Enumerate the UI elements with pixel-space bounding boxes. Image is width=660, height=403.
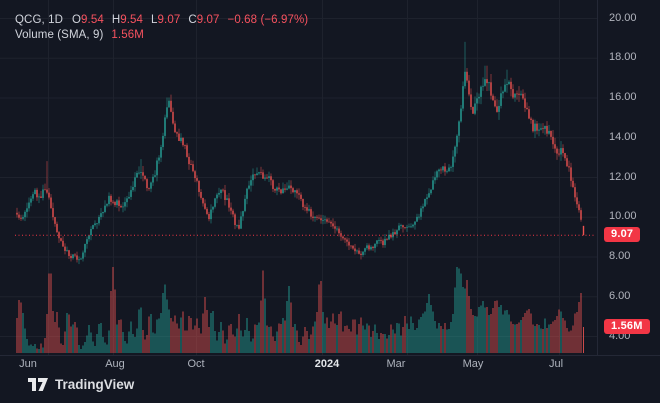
tradingview-chart: QCG, 1D O9.54 H9.54 L9.07 C9.07 −0.68 (−6.97%… (0, 0, 660, 403)
time-tick-label: Jul (549, 358, 563, 370)
legend-change: −0.68 (−6.97%) (228, 14, 309, 26)
legend-open: O9.54 (72, 14, 104, 26)
legend-ohlc-row: QCG, 1D O9.54 H9.54 L9.07 C9.07 −0.68 (−6.97%… (15, 13, 308, 28)
legend-symbol: QCG, 1D (15, 14, 63, 26)
time-tick-label: Mar (387, 358, 406, 370)
price-tick-label: 8.00 (609, 250, 630, 262)
tradingview-logo-text: TradingView (55, 377, 134, 392)
legend-close: C9.07 (188, 14, 219, 26)
time-tick-label: Jun (19, 358, 37, 370)
time-tick-label: Oct (187, 358, 204, 370)
legend-volume-value: 1.56M (111, 29, 143, 41)
legend-volume-label: Volume (SMA, 9) (15, 29, 103, 41)
price-tick-label: 10.00 (609, 210, 637, 222)
price-tick-label: 14.00 (609, 131, 637, 143)
price-tick-label: 12.00 (609, 171, 637, 183)
price-tick-label: 20.00 (609, 12, 637, 24)
tradingview-logo-icon (28, 377, 48, 392)
time-tick-label: May (463, 358, 484, 370)
legend-high: H9.54 (112, 14, 143, 26)
price-tick-label: 18.00 (609, 51, 637, 63)
price-tick-label: 16.00 (609, 91, 637, 103)
price-tick-label: 6.00 (609, 290, 630, 302)
time-tick-label: Aug (105, 358, 125, 370)
price-axis-separator (597, 0, 598, 355)
last-volume-badge: 1.56M (604, 319, 650, 334)
last-price-badge: 9.07 (604, 227, 640, 242)
time-axis-separator (0, 355, 660, 356)
tradingview-logo[interactable]: TradingView (28, 377, 134, 392)
chart-canvas[interactable] (0, 0, 660, 403)
legend-volume-row: Volume (SMA, 9) 1.56M (15, 28, 308, 43)
time-tick-label: 2024 (315, 358, 339, 370)
legend: QCG, 1D O9.54 H9.54 L9.07 C9.07 −0.68 (−6.97%… (15, 13, 308, 43)
legend-low: L9.07 (151, 14, 180, 26)
